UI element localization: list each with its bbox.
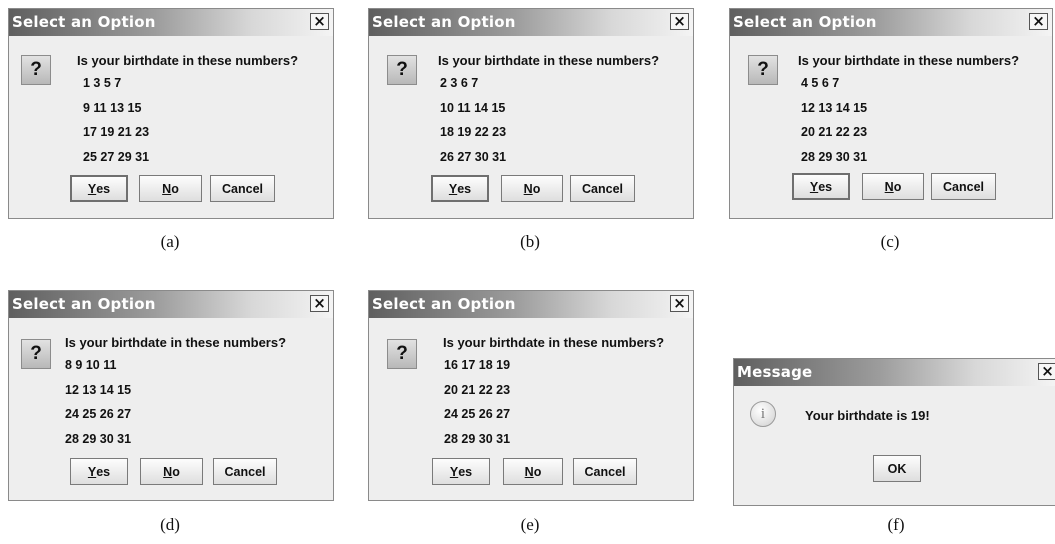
no-label: o	[532, 181, 541, 196]
no-label: o	[171, 181, 179, 196]
yes-mnemonic: Y	[809, 179, 819, 194]
no-button[interactable]: No	[139, 175, 202, 202]
no-mnemonic: N	[524, 464, 534, 479]
yes-button[interactable]: Yes	[70, 175, 128, 202]
yes-label: es	[458, 464, 473, 479]
yes-mnemonic: Y	[87, 181, 97, 196]
no-button[interactable]: No	[862, 173, 924, 200]
close-icon[interactable]: ×	[310, 13, 329, 30]
number-row-4: 25 27 29 31	[83, 150, 150, 164]
info-icon: i	[750, 401, 776, 427]
yes-button[interactable]: Yes	[70, 458, 128, 485]
number-row-1: 2 3 6 7	[440, 76, 479, 90]
no-button[interactable]: No	[503, 458, 563, 485]
number-row-1: 8 9 10 11	[65, 358, 117, 372]
close-icon[interactable]: ×	[310, 295, 329, 312]
yes-label: es	[457, 181, 472, 196]
caption-c: (c)	[880, 232, 900, 251]
dialog-title: Select an Option	[12, 295, 156, 313]
question-text: Is your birthdate in these numbers?	[77, 53, 299, 68]
cancel-button[interactable]: Cancel	[931, 173, 996, 200]
dialog-c: Select an Option × ? Is your birthdate i…	[729, 8, 1053, 219]
no-mnemonic: N	[523, 181, 533, 196]
no-mnemonic: N	[162, 181, 172, 196]
dialog-a: Select an Option × ? Is your birthdate i…	[8, 8, 334, 219]
yes-label: es	[96, 464, 111, 479]
question-text: Is your birthdate in these numbers?	[443, 335, 665, 350]
yes-button[interactable]: Yes	[432, 458, 490, 485]
dialog-title: Select an Option	[372, 13, 516, 31]
no-label: o	[893, 179, 902, 194]
question-text: Is your birthdate in these numbers?	[798, 53, 1020, 68]
number-row-1: 16 17 18 19	[444, 358, 511, 372]
number-row-2: 12 13 14 15	[65, 383, 132, 397]
yes-button[interactable]: Yes	[792, 173, 850, 200]
title-bar[interactable]: Select an Option ×	[369, 291, 693, 318]
caption-a: (a)	[160, 232, 180, 251]
number-row-4: 28 29 30 31	[801, 150, 868, 164]
question-icon: ?	[21, 55, 51, 85]
cancel-button[interactable]: Cancel	[570, 175, 635, 202]
number-row-2: 9 11 13 15	[83, 101, 142, 115]
yes-label: es	[96, 181, 111, 196]
title-bar[interactable]: Select an Option ×	[730, 9, 1052, 36]
number-row-2: 10 11 14 15	[440, 101, 506, 115]
dialog-d: Select an Option × ? Is your birthdate i…	[8, 290, 334, 501]
dialog-title: Select an Option	[733, 13, 877, 31]
number-row-2: 12 13 14 15	[801, 101, 868, 115]
ok-button[interactable]: OK	[873, 455, 921, 482]
dialog-title: Select an Option	[372, 295, 516, 313]
number-row-4: 28 29 30 31	[65, 432, 132, 446]
number-row-2: 20 21 22 23	[444, 383, 511, 397]
question-text: Is your birthdate in these numbers?	[438, 53, 660, 68]
cancel-button[interactable]: Cancel	[573, 458, 637, 485]
message-dialog: Message × i Your birthdate is 19! OK	[733, 358, 1055, 506]
question-icon: ?	[387, 339, 417, 369]
cancel-button[interactable]: Cancel	[210, 175, 275, 202]
caption-b: (b)	[520, 232, 540, 251]
question-icon: ?	[387, 55, 417, 85]
close-icon[interactable]: ×	[670, 13, 689, 30]
cancel-button[interactable]: Cancel	[213, 458, 277, 485]
yes-mnemonic: Y	[87, 464, 97, 479]
number-row-1: 4 5 6 7	[801, 76, 840, 90]
title-bar[interactable]: Message ×	[734, 359, 1055, 386]
no-label: o	[172, 464, 180, 479]
close-icon[interactable]: ×	[670, 295, 689, 312]
number-row-1: 1 3 5 7	[83, 76, 122, 90]
no-button[interactable]: No	[140, 458, 203, 485]
caption-d: (d)	[160, 515, 180, 534]
dialog-e: Select an Option × ? Is your birthdate i…	[368, 290, 694, 501]
number-row-3: 17 19 21 23	[83, 125, 150, 139]
dialog-title: Message	[737, 363, 813, 381]
dialog-title: Select an Option	[12, 13, 156, 31]
question-icon: ?	[21, 339, 51, 369]
yes-mnemonic: Y	[448, 181, 458, 196]
no-button[interactable]: No	[501, 175, 563, 202]
yes-button[interactable]: Yes	[431, 175, 489, 202]
number-row-3: 20 21 22 23	[801, 125, 868, 139]
caption-e: (e)	[520, 515, 540, 534]
dialog-b: Select an Option × ? Is your birthdate i…	[368, 8, 694, 219]
yes-mnemonic: Y	[449, 464, 459, 479]
question-icon: ?	[748, 55, 778, 85]
number-row-3: 24 25 26 27	[65, 407, 132, 421]
no-mnemonic: N	[884, 179, 894, 194]
message-text: Your birthdate is 19!	[805, 408, 930, 423]
no-label: o	[533, 464, 542, 479]
title-bar[interactable]: Select an Option ×	[9, 9, 333, 36]
number-row-3: 18 19 22 23	[440, 125, 507, 139]
yes-label: es	[818, 179, 833, 194]
caption-f: (f)	[887, 515, 905, 534]
no-mnemonic: N	[163, 464, 173, 479]
close-icon[interactable]: ×	[1029, 13, 1048, 30]
number-row-3: 24 25 26 27	[444, 407, 511, 421]
number-row-4: 26 27 30 31	[440, 150, 507, 164]
number-row-4: 28 29 30 31	[444, 432, 511, 446]
title-bar[interactable]: Select an Option ×	[369, 9, 693, 36]
close-icon[interactable]: ×	[1038, 363, 1055, 380]
title-bar[interactable]: Select an Option ×	[9, 291, 333, 318]
question-text: Is your birthdate in these numbers?	[65, 335, 287, 350]
